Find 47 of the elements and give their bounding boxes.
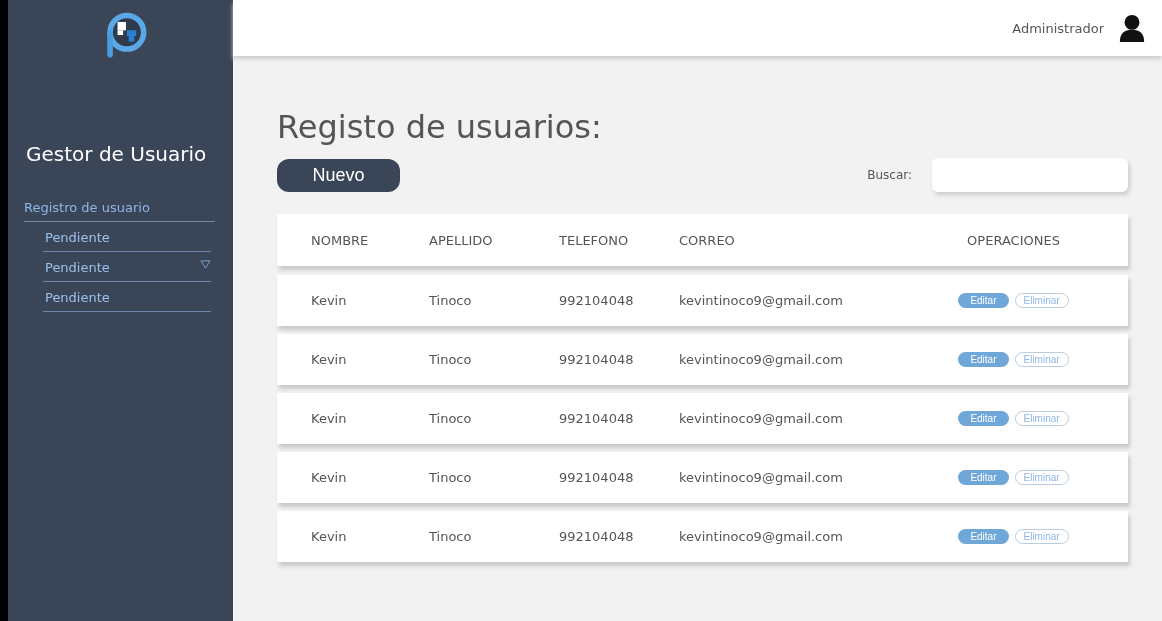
sidebar-item[interactable]: Registro de usuario [24,200,215,222]
table-cell-text: Kevin [311,411,348,426]
delete-button[interactable]: Eliminar [1014,293,1069,308]
user-name: Administrador [1012,20,1104,36]
edit-button[interactable]: Editar [958,293,1009,308]
edit-button[interactable]: Editar [958,352,1009,367]
page-title: Registo de usuarios: [277,108,603,146]
table-cell-text: Tinoco [429,352,473,367]
table-cell-text: kevintinoco9@gmail.com [679,529,844,544]
table-cell-text: Tinoco [429,470,473,485]
edit-button[interactable]: Editar [958,529,1009,544]
dropdown-triangle-icon[interactable] [200,260,211,269]
table-cell-text: kevintinoco9@gmail.com [679,411,844,426]
table-cell-text: 992104048 [559,352,635,367]
column-header: TELEFONO [559,232,630,248]
edit-button[interactable]: Editar [958,470,1009,485]
table-cell-text: kevintinoco9@gmail.com [679,293,844,308]
table-cell-text: kevintinoco9@gmail.com [679,470,844,485]
delete-button[interactable]: Eliminar [1014,411,1069,426]
column-header: CORREO [679,232,736,248]
user-icon[interactable] [1118,14,1146,42]
table-cell-text: Kevin [311,352,348,367]
table-cell-text: kevintinoco9@gmail.com [679,352,844,367]
table-cell-text: 992104048 [559,411,635,426]
search-field[interactable] [932,158,1128,192]
column-header: NOMBRE [311,232,370,248]
table-cell-text: Tinoco [429,411,473,426]
column-header: OPERACIONES [966,232,1061,248]
sidebar-item[interactable]: Pendiente [43,290,211,312]
edit-button[interactable]: Editar [958,411,1009,426]
delete-button[interactable]: Eliminar [1014,470,1069,485]
table-cell-text: Kevin [311,529,348,544]
table-cell-text: Kevin [311,470,348,485]
table-cell-text: 992104048 [559,293,635,308]
table-cell-text: Tinoco [429,293,473,308]
app-title: Gestor de Usuario [26,142,208,166]
delete-button[interactable]: Eliminar [1014,529,1069,544]
search-label: Buscar: [867,168,912,182]
table-cell-text: 992104048 [559,470,635,485]
table-cell-text: Tinoco [429,529,473,544]
new-button[interactable]: Nuevo [277,158,400,192]
table-cell-text: Kevin [311,293,348,308]
column-header: APELLIDO [429,232,494,248]
sidebar-item[interactable]: Pendiente [43,260,211,282]
sidebar-item[interactable]: Pendiente [43,230,211,252]
delete-button[interactable]: Eliminar [1014,352,1069,367]
table-cell-text: 992104048 [559,529,635,544]
